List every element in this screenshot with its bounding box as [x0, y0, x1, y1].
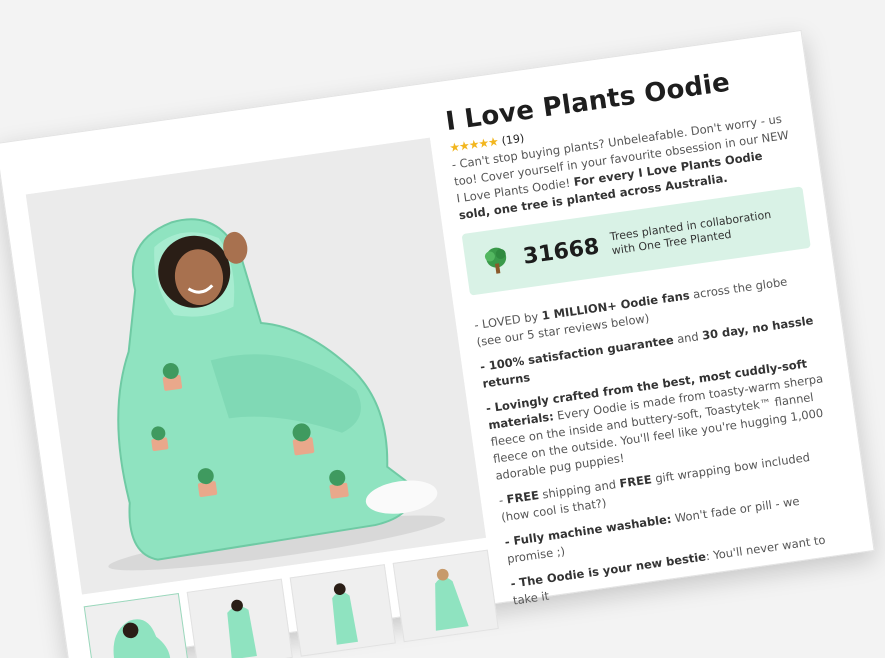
thumbnail-image — [396, 551, 495, 641]
thumbnail-image — [190, 580, 289, 658]
thumbnail-2[interactable] — [186, 578, 293, 658]
bullet-shipping-bold2: FREE — [618, 472, 653, 491]
product-card: I Love Plants Oodie ★★★★★ (19) - Can't s… — [0, 29, 875, 658]
thumbnail-image — [87, 594, 186, 658]
thumbnail-3[interactable] — [289, 564, 396, 657]
screenshot-stage: I Love Plants Oodie ★★★★★ (19) - Can't s… — [0, 0, 885, 658]
thumbnail-1[interactable] — [83, 593, 190, 658]
review-count: (19) — [500, 131, 526, 148]
bullet-shipping-mid: shipping and — [537, 476, 621, 502]
bullet-shipping-bold1: FREE — [505, 488, 540, 507]
trees-planted-label: Trees planted in collaboration with One … — [609, 208, 774, 258]
trees-planted-count: 31668 — [521, 233, 601, 270]
tree-icon — [484, 247, 507, 274]
main-product-image[interactable] — [25, 137, 487, 595]
bullet-guarantee-mid: and — [672, 328, 704, 347]
thumbnail-image — [293, 565, 392, 656]
product-info: I Love Plants Oodie ★★★★★ (19) - Can't s… — [444, 60, 856, 618]
thumbnail-4[interactable] — [392, 549, 499, 643]
oodie-model-illustration — [25, 137, 487, 595]
